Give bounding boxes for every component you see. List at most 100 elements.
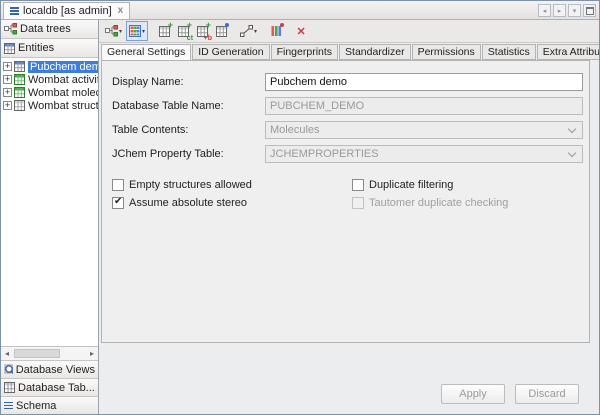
field-label: Display Name: (112, 76, 265, 88)
blue-dot-icon (225, 23, 229, 27)
checkbox-icon[interactable] (112, 179, 124, 191)
plus-icon: + (168, 21, 173, 30)
data-tree-menu-button[interactable]: ▾ (102, 21, 125, 41)
delete-button[interactable]: ✕ (292, 21, 310, 41)
data-tree-icon (4, 23, 17, 35)
close-icon[interactable]: x (118, 6, 124, 16)
data-tree-icon (105, 25, 118, 37)
sidebar: Data trees Entities + (1, 20, 99, 414)
settings-tabs: General Settings ID Generation Fingerpri… (99, 43, 599, 60)
new-entity-ct-button[interactable]: + ct (174, 21, 192, 41)
options-group: Empty structures allowed Assume absolute… (112, 178, 583, 210)
scrollbar-thumb[interactable] (14, 349, 60, 358)
new-entity-sb-button[interactable]: + +b (193, 21, 211, 41)
display-name-field[interactable] (265, 73, 583, 91)
field-label: Database Table Name: (112, 100, 265, 112)
sidebar-item-database-tables[interactable]: Database Tab... (1, 378, 98, 396)
tab-list-dropdown-button[interactable]: ▾ (568, 4, 581, 17)
checkbox-tautomer-duplicate-checking: Tautomer duplicate checking (352, 196, 508, 210)
plus-icon: + (206, 21, 211, 30)
field-label: JChem Property Table: (112, 148, 265, 160)
checkbox-assume-absolute-stereo[interactable]: Assume absolute stereo (112, 196, 352, 210)
tree-item-wombat-molecules[interactable]: + Wombat molecules (1, 86, 98, 99)
tree-item-label: Wombat molecules (28, 87, 98, 99)
relationship-icon (240, 25, 253, 37)
maximize-icon (586, 7, 594, 15)
form-row-display-name: Display Name: (112, 73, 583, 91)
sidebar-item-label: Schema (16, 400, 56, 412)
sidebar-item-database-views[interactable]: Database Views (1, 360, 98, 378)
document-tab-localdb[interactable]: localdb [as admin] x (3, 2, 130, 19)
scroll-right-icon[interactable]: ▸ (86, 348, 98, 359)
options-column-left: Empty structures allowed Assume absolute… (112, 178, 352, 210)
tab-standardizer[interactable]: Standardizer (339, 44, 411, 60)
discard-button[interactable]: Discard (515, 384, 579, 404)
chevron-down-icon: ▾ (119, 28, 122, 35)
selected-value: Molecules (270, 124, 320, 136)
scroll-left-icon[interactable]: ◂ (1, 348, 13, 359)
tab-fingerprints[interactable]: Fingerprints (271, 44, 338, 60)
apply-button[interactable]: Apply (441, 384, 505, 404)
tab-id-generation[interactable]: ID Generation (192, 44, 269, 60)
checkbox-label: Empty structures allowed (129, 179, 252, 191)
checkbox-label: Tautomer duplicate checking (369, 197, 508, 209)
checkbox-checked-icon[interactable] (112, 197, 124, 209)
sidebar-item-schema[interactable]: Schema (1, 396, 98, 414)
sidebar-item-label: Database Views (16, 364, 95, 376)
section-header-entities[interactable]: Entities (1, 39, 98, 58)
manage-columns-button[interactable] (267, 21, 285, 41)
form-row-table-contents: Table Contents: Molecules (112, 121, 583, 139)
delete-x-icon: ✕ (296, 25, 305, 38)
general-settings-panel: Display Name: Database Table Name: Table… (101, 60, 590, 343)
checkbox-empty-structures-allowed[interactable]: Empty structures allowed (112, 178, 352, 192)
tab-statistics[interactable]: Statistics (482, 44, 536, 60)
section-header-data-trees[interactable]: Data trees (1, 20, 98, 39)
action-bar: Apply Discard (99, 343, 599, 414)
scroll-left-button[interactable]: ◂ (538, 4, 551, 17)
checkbox-label: Duplicate filtering (369, 179, 453, 191)
grid-view-icon (129, 25, 141, 37)
expand-icon[interactable]: + (3, 62, 12, 71)
tree-item-label: Wombat activities (28, 74, 98, 86)
section-label: Entities (18, 42, 54, 54)
checkbox-duplicate-filtering[interactable]: Duplicate filtering (352, 178, 508, 192)
schema-icon (10, 7, 19, 15)
table-contents-select: Molecules (265, 121, 583, 139)
entity-table-icon (14, 100, 25, 111)
document-tab-title: localdb [as admin] (23, 5, 112, 17)
expand-icon[interactable]: + (3, 101, 12, 110)
tree-item-label: Pubchem demo (28, 61, 98, 73)
app-window: localdb [as admin] x ◂ ▸ ▾ Data trees (0, 0, 600, 415)
horizontal-scrollbar[interactable]: ◂ ▸ (1, 346, 98, 360)
table-icon (216, 26, 227, 37)
schema-editor-panel: ▾ ▾ (99, 20, 599, 414)
field-label: Table Contents: (112, 124, 265, 136)
expand-icon[interactable]: + (3, 88, 12, 97)
scroll-right-button[interactable]: ▸ (553, 4, 566, 17)
section-label: Data trees (20, 23, 71, 35)
chevron-down-icon (568, 148, 576, 156)
tab-general-settings[interactable]: General Settings (101, 44, 191, 60)
database-tables-icon (4, 382, 15, 393)
entity-table-icon (14, 87, 25, 98)
tab-permissions[interactable]: Permissions (412, 44, 481, 60)
checkbox-label: Assume absolute stereo (129, 197, 247, 209)
form-row-jchem-property-table: JChem Property Table: JCHEMPROPERTIES (112, 145, 583, 163)
new-relationship-button[interactable]: ▾ (237, 21, 260, 41)
entities-grid-icon (4, 43, 15, 54)
sb-badge: +b (204, 35, 212, 42)
checkbox-icon[interactable] (352, 179, 364, 191)
chevron-down-icon: ▾ (142, 28, 145, 35)
tree-item-pubchem-demo[interactable]: + Pubchem demo (1, 60, 98, 73)
expand-icon[interactable]: + (3, 75, 12, 84)
promote-entity-button[interactable] (212, 21, 230, 41)
tree-item-wombat-activities[interactable]: + Wombat activities (1, 73, 98, 86)
entity-table-icon (14, 61, 25, 72)
tree-item-wombat-structures[interactable]: + Wombat structures (1, 99, 98, 112)
document-tabbar: localdb [as admin] x ◂ ▸ ▾ (1, 1, 599, 20)
maximize-button[interactable] (583, 4, 596, 17)
tab-extra-attributes[interactable]: Extra Attributes (537, 44, 599, 60)
new-data-tree-button[interactable]: + (155, 21, 173, 41)
selected-value: JCHEMPROPERTIES (270, 148, 379, 160)
grid-view-menu-button[interactable]: ▾ (126, 21, 148, 41)
